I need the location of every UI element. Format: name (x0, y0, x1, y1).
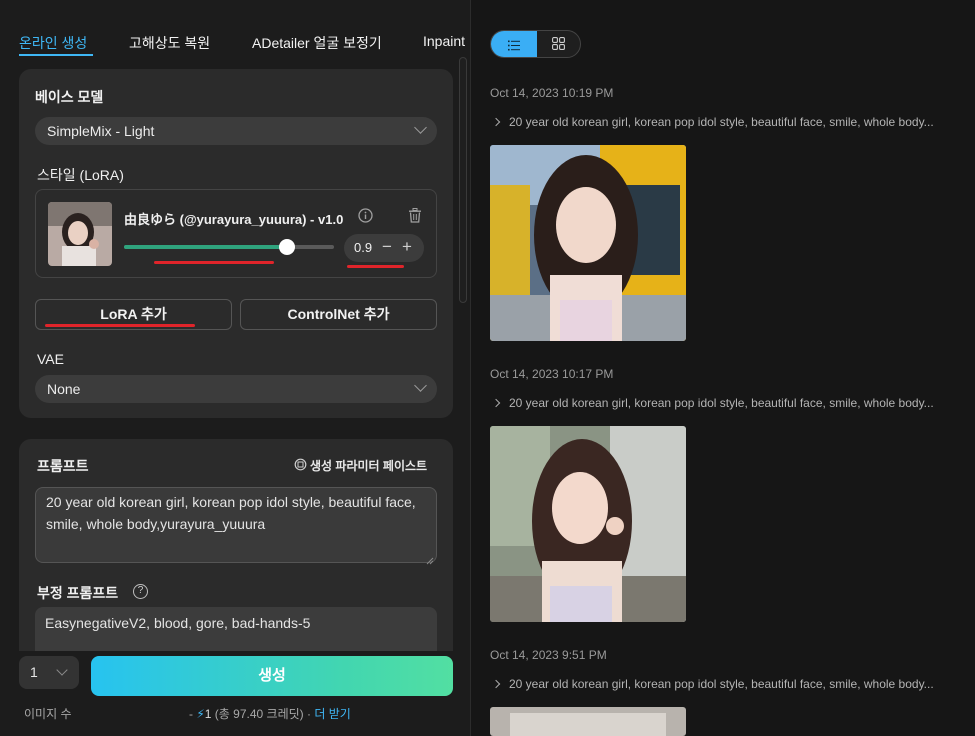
history-timestamp: Oct 14, 2023 10:17 PM (490, 367, 614, 381)
tab-adetailer[interactable]: ADetailer 얼굴 보정기 (252, 33, 382, 53)
generate-button[interactable]: 생성 (91, 656, 453, 696)
chevron-right-icon (491, 398, 501, 408)
paste-icon (294, 458, 307, 476)
active-tab-indicator (19, 54, 93, 56)
vae-label: VAE (37, 351, 64, 367)
negative-prompt-input[interactable]: EasynegativeV2, blood, gore, bad-hands-5 (35, 607, 437, 651)
slider-fill (124, 245, 287, 249)
vae-value: None (47, 381, 81, 397)
base-model-label: 베이스 모델 (35, 89, 104, 105)
chevron-right-icon (491, 117, 501, 127)
generated-image[interactable] (490, 707, 686, 736)
decrement-button[interactable]: − (382, 237, 392, 257)
image-count-label: 이미지 수 (24, 707, 72, 721)
history-panel: Oct 14, 2023 10:19 PM 20 year old korean… (471, 0, 975, 736)
increment-button[interactable]: + (402, 237, 412, 257)
lora-name: 由良ゆら (@yurayura_yuuura) - v1.0 (124, 212, 344, 227)
red-annotation-underline (154, 261, 274, 264)
prompt-label: 프롬프트 (37, 458, 89, 474)
slider-knob[interactable] (279, 239, 295, 255)
list-view-button[interactable] (491, 31, 537, 57)
model-settings-card: 베이스 모델 SimpleMix - Light 스타일 (LoRA) 由良ゆら… (19, 69, 453, 418)
generated-image[interactable] (490, 426, 686, 622)
info-icon[interactable] (358, 208, 373, 228)
red-annotation-underline (347, 265, 404, 268)
list-icon (508, 38, 520, 56)
credit-detail: (총 97.40 크레딧) · (211, 707, 315, 721)
lora-weight-slider[interactable] (124, 238, 334, 256)
paste-params-label: 생성 파라미터 페이스트 (310, 459, 428, 473)
vae-select[interactable]: None (35, 375, 437, 403)
lightning-icon: ⚡ (196, 707, 205, 721)
history-prompt: 20 year old korean girl, korean pop idol… (509, 396, 934, 410)
prompt-input[interactable]: 20 year old korean girl, korean pop idol… (35, 487, 437, 563)
help-icon[interactable]: ? (133, 584, 148, 599)
generated-image[interactable] (490, 145, 686, 341)
red-annotation-underline (45, 324, 195, 327)
base-model-select[interactable]: SimpleMix - Light (35, 117, 437, 145)
get-more-link[interactable]: 더 받기 (314, 707, 350, 721)
view-mode-toggle (490, 30, 581, 58)
credit-info: - ⚡1 (총 97.40 크레딧) · 더 받기 (189, 705, 351, 722)
resize-handle-icon[interactable] (426, 552, 434, 570)
style-lora-label: 스타일 (LoRA) (37, 167, 124, 183)
lora-weight-stepper: 0.9 − + (344, 234, 424, 262)
trash-icon[interactable] (408, 208, 422, 228)
tab-inpaint[interactable]: Inpaint (423, 33, 465, 49)
prompt-card: 프롬프트 생성 파라미터 페이스트 20 year old korean gir… (19, 439, 453, 651)
lora-card: 由良ゆら (@yurayura_yuuura) - v1.0 0.9 − + (35, 189, 437, 278)
tab-bar: 온라인 생성 고해상도 복원 ADetailer 얼굴 보정기 Inpaint (0, 0, 470, 56)
history-prompt-toggle[interactable]: 20 year old korean girl, korean pop idol… (491, 396, 934, 410)
lora-weight-value[interactable]: 0.9 (354, 240, 372, 255)
history-timestamp: Oct 14, 2023 10:19 PM (490, 86, 614, 100)
grid-icon (552, 37, 565, 55)
chevron-down-icon (414, 121, 427, 134)
history-timestamp: Oct 14, 2023 9:51 PM (490, 648, 607, 662)
settings-panel: 온라인 생성 고해상도 복원 ADetailer 얼굴 보정기 Inpaint … (0, 0, 470, 736)
history-prompt: 20 year old korean girl, korean pop idol… (509, 115, 934, 129)
scrollbar[interactable] (459, 57, 467, 303)
image-count-value: 1 (30, 664, 38, 680)
negative-prompt-label: 부정 프롬프트 (37, 585, 119, 601)
history-prompt-toggle[interactable]: 20 year old korean girl, korean pop idol… (491, 677, 934, 691)
tab-hires-restore[interactable]: 고해상도 복원 (129, 33, 210, 53)
tab-online-generate[interactable]: 온라인 생성 (19, 33, 87, 53)
chevron-right-icon (491, 679, 501, 689)
image-count-select[interactable]: 1 (19, 656, 79, 689)
chevron-down-icon (414, 379, 427, 392)
base-model-value: SimpleMix - Light (47, 123, 155, 139)
chevron-down-icon (56, 664, 68, 676)
history-prompt: 20 year old korean girl, korean pop idol… (509, 677, 934, 691)
grid-view-button[interactable] (537, 31, 580, 57)
add-controlnet-button[interactable]: ControlNet 추가 (240, 299, 437, 330)
lora-thumbnail (48, 202, 112, 266)
history-prompt-toggle[interactable]: 20 year old korean girl, korean pop idol… (491, 115, 934, 129)
